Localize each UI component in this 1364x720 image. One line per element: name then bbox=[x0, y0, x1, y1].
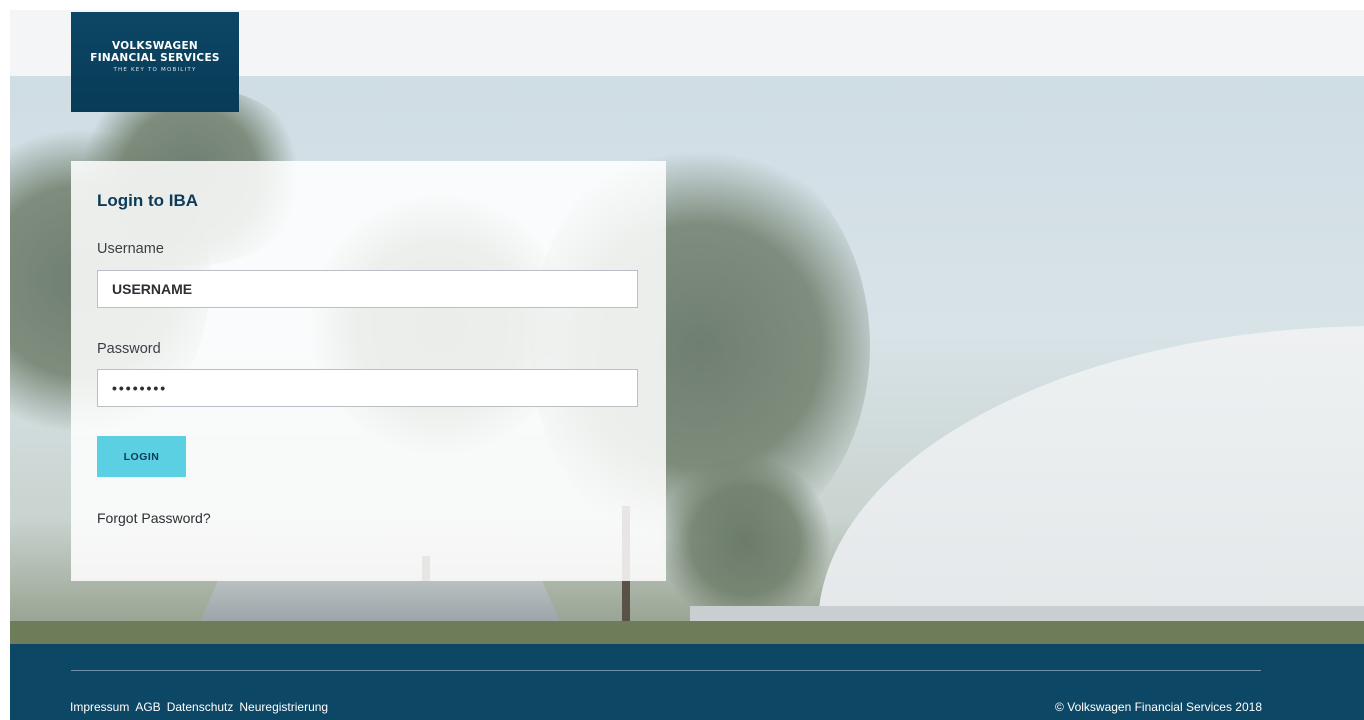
password-input[interactable]: •••••••• bbox=[97, 369, 638, 407]
logo-tagline: THE KEY TO MOBILITY bbox=[113, 67, 197, 73]
logo-line2: FINANCIAL SERVICES bbox=[90, 52, 220, 64]
footer-links: Impressum AGB Datenschutz Neuregistrieru… bbox=[70, 700, 328, 714]
footer: Impressum AGB Datenschutz Neuregistrieru… bbox=[10, 644, 1364, 720]
building-roof-decoration bbox=[200, 581, 560, 621]
password-label: Password bbox=[97, 341, 161, 357]
login-page: VOLKSWAGEN FINANCIAL SERVICES THE KEY TO… bbox=[0, 0, 1364, 720]
footer-link-neuregistrierung[interactable]: Neuregistrierung bbox=[239, 700, 328, 714]
building-decoration bbox=[818, 326, 1364, 644]
footer-link-impressum[interactable]: Impressum bbox=[70, 700, 129, 714]
username-input[interactable] bbox=[97, 270, 638, 308]
logo-line1: VOLKSWAGEN bbox=[111, 40, 199, 52]
login-title: Login to IBA bbox=[97, 191, 199, 210]
username-label: Username bbox=[97, 241, 164, 257]
footer-divider bbox=[71, 670, 1261, 671]
grass-decoration bbox=[10, 621, 1364, 644]
login-button[interactable]: LOGIN bbox=[97, 436, 186, 477]
vwfs-logo[interactable]: VOLKSWAGEN FINANCIAL SERVICES THE KEY TO… bbox=[71, 12, 239, 112]
footer-link-datenschutz[interactable]: Datenschutz bbox=[167, 700, 234, 714]
tree-decoration bbox=[660, 456, 830, 626]
login-panel: Login to IBA Username Password •••••••• … bbox=[71, 161, 666, 581]
copyright-text: © Volkswagen Financial Services 2018 bbox=[1055, 700, 1262, 714]
footer-link-agb[interactable]: AGB bbox=[135, 700, 160, 714]
forgot-password-link[interactable]: Forgot Password? bbox=[97, 510, 211, 526]
